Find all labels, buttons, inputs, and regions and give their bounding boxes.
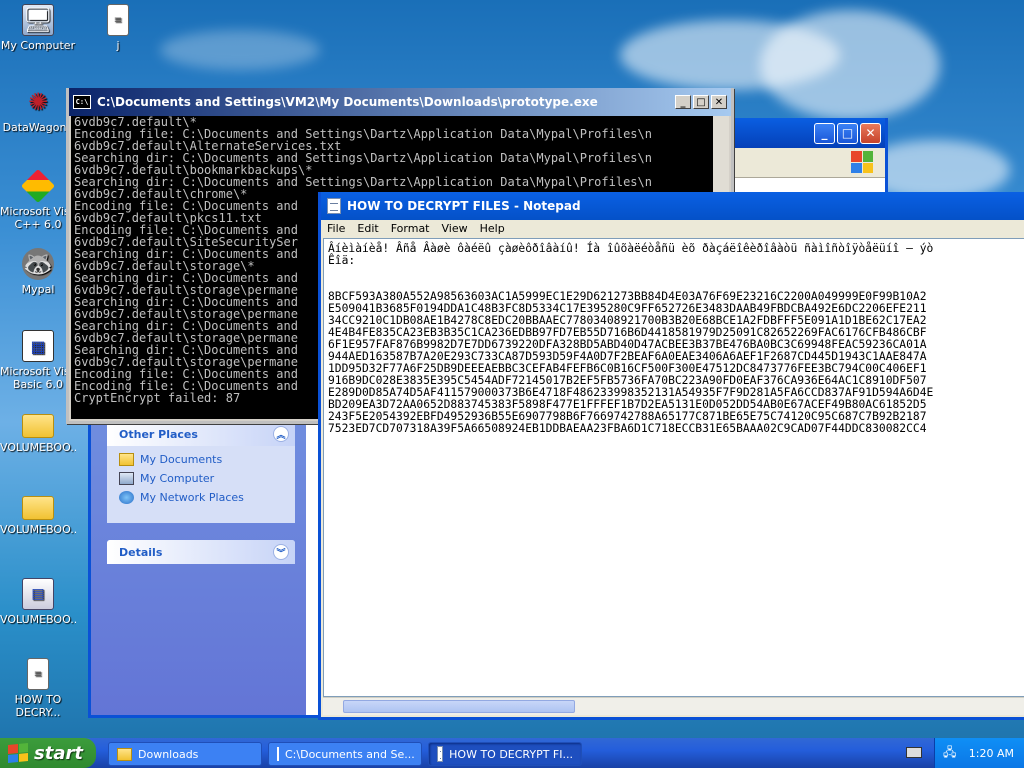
- datawagon-icon: ✺: [27, 88, 49, 116]
- system-tray: 🖧 1:20 AM: [934, 738, 1024, 768]
- console-close-button[interactable]: ✕: [711, 95, 727, 109]
- folder-icon: [22, 496, 54, 520]
- notepad-icon: [327, 198, 341, 214]
- windows-logo-icon: [851, 151, 873, 173]
- desktop-icon-j[interactable]: ≡ j: [80, 4, 156, 52]
- desktop-icon-label: DECRY...: [15, 706, 61, 719]
- folder-icon: [119, 453, 134, 466]
- windows-logo-icon: [8, 742, 28, 764]
- desktop-icon-label: j: [116, 39, 120, 52]
- desktop-icon-label: DataWagon..: [2, 121, 74, 134]
- chevron-down-icon[interactable]: ︾: [273, 544, 289, 560]
- link-label: My Network Places: [140, 491, 244, 504]
- notepad-line: Âíèìàíèå! Âñå Âàøè ôàéëû çàøèôðîâàíû! Íà…: [328, 242, 934, 255]
- folder-icon: [22, 414, 54, 438]
- notepad-window[interactable]: HOW TO DECRYPT FILES - Notepad File Edit…: [318, 192, 1024, 720]
- explorer-maximize-button[interactable]: □: [837, 122, 858, 144]
- taskbar: start Downloads C:\Documents and Se... H…: [0, 738, 1024, 768]
- details-header[interactable]: Details ︾: [107, 540, 295, 564]
- console-title: C:\Documents and Settings\VM2\My Documen…: [97, 95, 598, 109]
- clock[interactable]: 1:20 AM: [969, 747, 1014, 760]
- mypal-icon: 🦝: [22, 248, 54, 280]
- desktop-icon-label: My Computer: [0, 39, 76, 52]
- notepad-title-bar[interactable]: HOW TO DECRYPT FILES - Notepad: [321, 192, 1024, 220]
- desktop-icon-visual-basic[interactable]: ▦ Microsoft Visu Basic 6.0: [0, 330, 76, 391]
- desktop-icon-how-to-decrypt[interactable]: ≡ HOW TO DECRY...: [0, 658, 76, 719]
- scrollbar-thumb[interactable]: [343, 700, 575, 713]
- desktop-icon-label: HOW TO: [14, 693, 62, 706]
- desktop-icon-mypal[interactable]: 🦝 Mypal: [0, 248, 76, 296]
- start-label: start: [34, 742, 83, 764]
- desktop-icon-label: VOLUMEBOO...: [0, 441, 76, 454]
- desktop-icon-datawagon[interactable]: ✺ DataWagon..: [0, 86, 76, 134]
- visual-basic-icon: ▦: [22, 330, 54, 362]
- other-places-my-computer[interactable]: My Computer: [107, 469, 295, 488]
- desktop-icon-visual-cpp[interactable]: Microsoft Visu C++ 6.0: [0, 169, 76, 231]
- task-label: C:\Documents and Se...: [285, 747, 415, 761]
- explorer-minimize-button[interactable]: _: [814, 122, 835, 144]
- desktop-icon-label: C++ 6.0: [14, 218, 62, 231]
- installer-icon: ▤: [22, 578, 54, 610]
- desktop-icon-label: Basic 6.0: [12, 378, 64, 391]
- text-file-icon: ≡: [107, 4, 129, 36]
- desktop-icon-volumeboo-2[interactable]: VOLUMEBOO...: [0, 496, 76, 536]
- desktop-icon-my-computer[interactable]: 🖥 My Computer: [0, 4, 76, 52]
- menu-view[interactable]: View: [442, 222, 468, 236]
- menu-edit[interactable]: Edit: [357, 222, 378, 236]
- console-minimize-button[interactable]: _: [675, 95, 691, 109]
- menu-help[interactable]: Help: [480, 222, 505, 236]
- notepad-line: Êîä:: [328, 254, 356, 267]
- other-places-header[interactable]: Other Places ︽: [107, 422, 295, 446]
- notepad-text-area[interactable]: Âíèìàíèå! Âñå Âàøè ôàéëû çàøèôðîâàíû! Íà…: [323, 238, 1024, 697]
- notepad-icon: [437, 746, 444, 762]
- notepad-horizontal-scrollbar[interactable]: [323, 697, 1024, 715]
- notepad-line: 7523ED7CD707318A39F5A66508924EB1DDBAEAA2…: [328, 422, 927, 435]
- notepad-title: HOW TO DECRYPT FILES - Notepad: [347, 199, 581, 213]
- details-panel: Details ︾: [107, 540, 295, 564]
- computer-icon: [119, 472, 134, 485]
- link-label: My Documents: [140, 453, 223, 466]
- folder-icon: [117, 747, 132, 761]
- menu-file[interactable]: File: [327, 222, 345, 236]
- other-places-my-documents[interactable]: My Documents: [107, 450, 295, 469]
- network-status-icon[interactable]: 🖧: [943, 743, 956, 764]
- other-places-my-network-places[interactable]: My Network Places: [107, 488, 295, 507]
- panel-title: Details: [119, 545, 163, 559]
- console-maximize-button[interactable]: □: [693, 95, 709, 109]
- chevron-up-icon[interactable]: ︽: [273, 426, 289, 442]
- desktop-icon-label: Mypal: [21, 283, 55, 296]
- link-label: My Computer: [140, 472, 215, 485]
- panel-title: Other Places: [119, 427, 198, 441]
- console-icon: [277, 747, 279, 761]
- keyboard-icon[interactable]: [906, 747, 922, 758]
- console-title-bar[interactable]: C:\ C:\Documents and Settings\VM2\My Doc…: [69, 88, 731, 116]
- start-button[interactable]: start: [0, 738, 96, 768]
- desktop-icon-volumeboo-1[interactable]: VOLUMEBOO...: [0, 414, 76, 454]
- desktop-icon-label: Microsoft Visu: [0, 205, 76, 218]
- menu-format[interactable]: Format: [391, 222, 430, 236]
- task-label: Downloads: [138, 747, 199, 761]
- task-label: HOW TO DECRYPT FI...: [449, 747, 573, 761]
- computer-icon: 🖥: [22, 4, 54, 36]
- desktop-icon-label: Microsoft Visu: [0, 365, 76, 378]
- desktop-icon-volumeboo-3[interactable]: ▤ VOLUMEBOO...: [0, 578, 76, 626]
- explorer-close-button[interactable]: ✕: [860, 122, 881, 144]
- notepad-menu-bar: File Edit Format View Help: [321, 220, 1024, 238]
- network-icon: [119, 491, 134, 504]
- desktop-icon-label: VOLUMEBOO...: [0, 613, 76, 626]
- notepad-line: [328, 267, 1024, 279]
- console-icon: C:\: [73, 95, 91, 109]
- taskbar-item-console[interactable]: C:\Documents and Se...: [268, 742, 422, 766]
- taskbar-item-downloads[interactable]: Downloads: [108, 742, 262, 766]
- visual-cpp-icon: [21, 169, 55, 203]
- text-file-icon: ≡: [27, 658, 49, 690]
- desktop-icon-label: VOLUMEBOO...: [0, 523, 76, 536]
- taskbar-item-notepad[interactable]: HOW TO DECRYPT FI...: [428, 742, 582, 766]
- other-places-panel: Other Places ︽ My Documents My Computer …: [107, 422, 295, 523]
